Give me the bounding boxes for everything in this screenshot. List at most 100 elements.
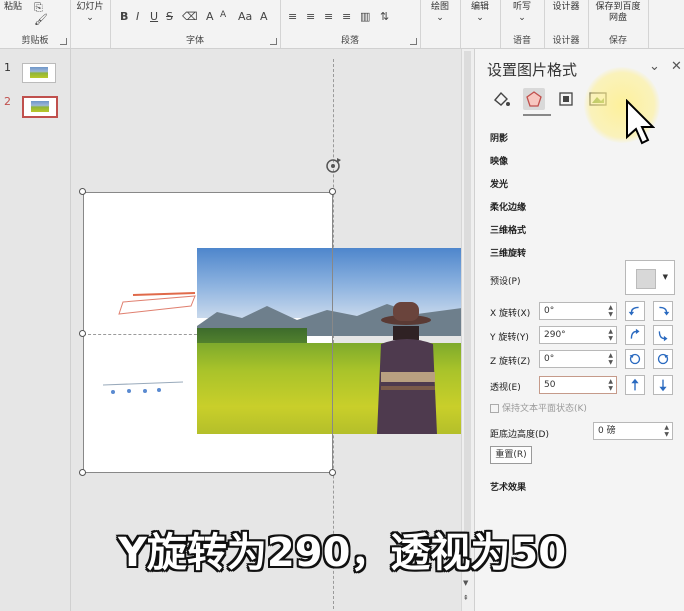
- designer-group: 设计器 设计器: [544, 0, 589, 48]
- designer-button[interactable]: 设计器: [552, 2, 580, 13]
- fill-line-tab-icon[interactable]: [490, 88, 512, 110]
- section-3d-format[interactable]: 三维格式: [490, 223, 526, 236]
- selection-frame: [83, 192, 333, 473]
- justify-icon[interactable]: ≡: [342, 10, 351, 23]
- thumbnail-image: [30, 67, 48, 78]
- designer-group-label: 设计器: [552, 36, 580, 46]
- preset-dropdown[interactable]: ▼: [625, 260, 675, 295]
- rotate-cw-icon[interactable]: [653, 349, 673, 369]
- strikethrough-button[interactable]: S: [166, 10, 173, 23]
- align-center-icon[interactable]: ≡: [306, 10, 315, 23]
- z-rotation-input[interactable]: 0° ▲ ▼: [539, 350, 617, 368]
- spinner-arrows-icon[interactable]: ▲ ▼: [664, 424, 669, 438]
- section-reflection[interactable]: 映像: [490, 154, 508, 167]
- perspective-value: 50: [544, 380, 556, 390]
- thumbnail-image: [31, 101, 49, 112]
- align-left-icon[interactable]: ≡: [288, 10, 297, 23]
- format-painter-icon[interactable]: 🖌: [34, 13, 48, 26]
- rotate-right-icon[interactable]: [653, 301, 673, 321]
- perspective-input[interactable]: 50 ▲ ▼: [539, 376, 617, 394]
- resize-handle-w[interactable]: [79, 330, 86, 337]
- preset-swatch: [636, 269, 656, 289]
- editing-button[interactable]: 编辑 ⌄: [464, 2, 496, 24]
- save-to-baidu-button[interactable]: 保存到百度网盘: [594, 2, 642, 24]
- spinner-arrows-icon[interactable]: ▲ ▼: [608, 352, 613, 366]
- hat-shape: [381, 302, 431, 325]
- person-shape: [377, 326, 437, 434]
- columns-icon[interactable]: ▥: [360, 10, 370, 23]
- voice-group-label: 语音: [512, 36, 531, 46]
- x-rotation-input[interactable]: 0° ▲ ▼: [539, 302, 617, 320]
- size-properties-tab-icon[interactable]: [555, 88, 577, 110]
- close-icon[interactable]: ✕: [671, 59, 682, 74]
- text-highlight-icon[interactable]: A: [260, 10, 268, 23]
- resize-handle-sw[interactable]: [79, 469, 86, 476]
- pane-title: 设置图片格式: [487, 61, 578, 79]
- slide-thumbnail-2[interactable]: [22, 96, 58, 118]
- rotate-handle-icon[interactable]: [322, 155, 344, 177]
- clipboard-group: 粘贴 ⎘ 🖌 剪贴板: [0, 0, 71, 48]
- distance-from-ground-input[interactable]: 0 磅 ▲ ▼: [593, 422, 673, 440]
- scroll-down-icon[interactable]: ▼: [463, 579, 468, 587]
- font-launcher-icon[interactable]: [270, 38, 277, 45]
- keep-text-flat-checkbox[interactable]: 保持文本平面状态(K): [490, 401, 587, 414]
- z-rotation-value: 0°: [544, 354, 555, 364]
- slide-thumbnail-1[interactable]: [22, 63, 56, 83]
- change-case-button[interactable]: Aa: [238, 10, 252, 23]
- spinner-arrows-icon[interactable]: ▲ ▼: [608, 378, 613, 392]
- rotate-ccw-icon[interactable]: [625, 349, 645, 369]
- resize-handle-n[interactable]: [329, 188, 336, 195]
- bold-button[interactable]: B: [120, 10, 128, 23]
- slides-button[interactable]: 幻灯片 ⌄: [74, 2, 106, 24]
- save-group: 保存到百度网盘 保存: [588, 0, 649, 48]
- perspective-label: 透视(E): [490, 383, 521, 393]
- reset-button[interactable]: 重置(R): [490, 446, 532, 464]
- perspective-decrease-icon[interactable]: [653, 375, 673, 395]
- paragraph-group-label: 段落: [340, 36, 359, 46]
- font-group: B I U S ⌫ A A Aa A 字体: [110, 0, 281, 48]
- italic-button[interactable]: I: [136, 10, 139, 23]
- paste-button[interactable]: 粘贴: [4, 2, 22, 13]
- slide-number: 2: [4, 95, 11, 108]
- prev-slide-icon[interactable]: ⇞: [463, 594, 469, 602]
- font-size-grow-button[interactable]: A: [206, 10, 214, 23]
- rotate-up-icon[interactable]: [625, 325, 645, 345]
- effects-tab-icon[interactable]: [523, 88, 545, 110]
- section-shadow[interactable]: 阴影: [490, 131, 508, 144]
- save-group-label: 保存: [608, 36, 627, 46]
- spinner-arrows-icon[interactable]: ▲ ▼: [608, 304, 613, 318]
- drawing-button[interactable]: 绘图 ⌄: [424, 2, 456, 24]
- resize-handle-s[interactable]: [329, 469, 336, 476]
- y-rotation-value: 290°: [544, 330, 566, 340]
- y-rotation-label: Y 旋转(Y): [490, 333, 529, 343]
- ribbon: 粘贴 ⎘ 🖌 剪贴板 幻灯片 ⌄ B I U S ⌫ A A Aa A 字体 ≡ …: [0, 0, 684, 49]
- clear-format-icon[interactable]: ⌫: [182, 10, 198, 23]
- underline-button[interactable]: U: [150, 10, 158, 23]
- section-soft-edges[interactable]: 柔化边缘: [490, 200, 526, 213]
- checkbox-box: [490, 404, 499, 413]
- dropdown-arrow-icon: ▼: [662, 273, 668, 281]
- editing-label: 编辑: [470, 2, 489, 12]
- preset-label: 预设(P): [490, 277, 521, 287]
- section-artistic-effects[interactable]: 艺术效果: [490, 480, 526, 493]
- rotate-left-icon[interactable]: [625, 301, 645, 321]
- text-direction-icon[interactable]: ⇅: [380, 10, 389, 23]
- rotate-down-icon[interactable]: [653, 325, 673, 345]
- x-rotation-label: X 旋转(X): [490, 309, 531, 319]
- align-right-icon[interactable]: ≡: [324, 10, 333, 23]
- chevron-down-icon[interactable]: ⌄: [649, 59, 660, 74]
- resize-handle-nw[interactable]: [79, 188, 86, 195]
- section-3d-rotation[interactable]: 三维旋转: [490, 246, 526, 259]
- paragraph-launcher-icon[interactable]: [410, 38, 417, 45]
- mouse-pointer-icon: [626, 99, 655, 145]
- y-rotation-input[interactable]: 290° ▲ ▼: [539, 326, 617, 344]
- perspective-increase-icon[interactable]: [625, 375, 645, 395]
- dictate-button[interactable]: 听写 ⌄: [504, 2, 540, 24]
- section-glow[interactable]: 发光: [490, 177, 508, 190]
- spinner-arrows-icon[interactable]: ▲ ▼: [608, 328, 613, 342]
- scrollbar-thumb[interactable]: [464, 51, 471, 571]
- clipboard-launcher-icon[interactable]: [60, 38, 67, 45]
- slides-label: 幻灯片: [76, 2, 104, 12]
- font-size-shrink-button[interactable]: A: [220, 10, 226, 20]
- drawing-label: 绘图: [430, 2, 449, 12]
